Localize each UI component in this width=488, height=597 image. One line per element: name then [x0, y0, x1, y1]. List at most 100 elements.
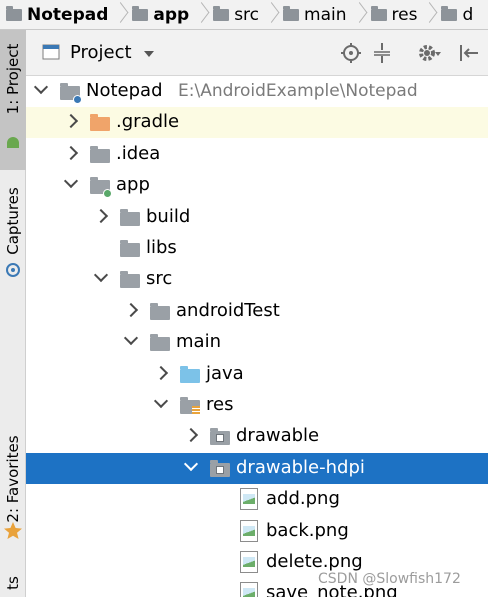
png-file-icon: [240, 582, 258, 597]
project-folder-icon: [60, 83, 82, 104]
folder-icon: [213, 5, 230, 21]
breadcrumb-separator: [195, 0, 207, 29]
tree-row-gradle[interactable]: .gradle: [26, 107, 488, 138]
tab-captures[interactable]: Captures: [0, 180, 26, 290]
drawable-folder-icon: [210, 460, 230, 477]
gear-icon[interactable]: [418, 43, 442, 63]
breadcrumb-src[interactable]: src: [207, 0, 259, 29]
tree-item-label: res: [206, 394, 234, 415]
folder-icon: [441, 5, 458, 21]
chevron-right-icon[interactable]: [63, 145, 79, 161]
tree-item-label: delete.png: [266, 551, 363, 572]
breadcrumb-app[interactable]: app: [126, 0, 189, 29]
folder-icon: [283, 5, 300, 21]
folder-icon: [150, 334, 170, 351]
module-folder-icon: [132, 5, 149, 21]
png-file-icon: [240, 551, 258, 573]
locate-icon[interactable]: [341, 43, 361, 63]
tree-row-main[interactable]: main: [26, 327, 488, 358]
tree-item-label: build: [146, 206, 191, 227]
tree-item-label: app: [116, 174, 150, 195]
source-folder-icon: [180, 366, 200, 383]
breadcrumb-separator: [265, 0, 277, 29]
tree-row-drawable[interactable]: drawable: [26, 421, 488, 452]
collapse-all-icon[interactable]: [372, 43, 392, 63]
tab-project[interactable]: 1: Project: [0, 30, 26, 170]
image-marker-icon: [216, 434, 224, 442]
resources-folder-icon: [180, 397, 200, 415]
tree-row-add-png[interactable]: add.png: [26, 484, 488, 515]
png-file-icon: [240, 488, 258, 510]
android-icon: [7, 137, 19, 148]
project-path: E:\AndroidExample\Notepad: [178, 81, 418, 101]
star-icon: [4, 522, 22, 539]
project-view-icon: [42, 44, 60, 60]
camera-icon: [6, 263, 20, 277]
watermark: CSDN @Slowfish172: [318, 571, 461, 587]
image-marker-icon: [216, 466, 224, 474]
folder-icon: [120, 271, 140, 288]
tree-item-label: drawable-hdpi: [236, 457, 365, 478]
chevron-right-icon[interactable]: [63, 113, 79, 129]
chevron-down-icon[interactable]: [63, 173, 79, 189]
tree-row-notepad[interactable]: Notepad E:\AndroidExample\Notepad: [26, 76, 488, 107]
tree-item-label: libs: [146, 237, 177, 258]
breadcrumb-res[interactable]: res: [365, 0, 417, 29]
breadcrumb-main[interactable]: main: [277, 0, 347, 29]
tree-row-java[interactable]: java: [26, 359, 488, 390]
chevron-down-icon[interactable]: [33, 79, 49, 95]
folder-icon: [90, 146, 110, 163]
breadcrumb-separator: [114, 0, 126, 29]
tree-item-label: Notepad: [86, 80, 163, 101]
tree-item-label: src: [146, 268, 173, 289]
folder-icon-orange: [90, 114, 110, 131]
resources-folder-icon: [370, 5, 387, 21]
tool-window-strip: 1: Project Captures 2: Favorites ts: [0, 30, 26, 597]
tab-favorites[interactable]: 2: Favorites: [0, 420, 26, 550]
chevron-down-icon[interactable]: [93, 267, 109, 283]
tree-item-label: add.png: [266, 488, 340, 509]
tree-item-label: .idea: [116, 143, 161, 164]
breadcrumb-separator: [423, 0, 435, 29]
tree-row-back-png[interactable]: back.png: [26, 516, 488, 547]
tree-row-drawable-hdpi[interactable]: drawable-hdpi: [26, 453, 488, 484]
tree-item-label: back.png: [266, 520, 349, 541]
chevron-down-icon[interactable]: [123, 330, 139, 346]
navigation-bar: Notepad app src main res d: [0, 0, 488, 30]
chevron-right-icon[interactable]: [93, 208, 109, 224]
tree-item-label: drawable: [236, 425, 320, 446]
project-panel-header: Project: [26, 30, 488, 76]
resources-marker-icon: [192, 406, 200, 415]
module-marker-icon: [103, 189, 112, 198]
tree-row-build[interactable]: build: [26, 202, 488, 233]
breadcrumb-separator: [353, 0, 365, 29]
module-folder-icon: [90, 177, 112, 198]
tab-partial[interactable]: ts: [0, 570, 26, 597]
tree-row-res[interactable]: res: [26, 390, 488, 421]
tree-row-app[interactable]: app: [26, 170, 488, 201]
module-marker-icon: [73, 95, 82, 104]
tree-item-label: .gradle: [116, 111, 180, 132]
chevron-right-icon[interactable]: [183, 427, 199, 443]
chevron-down-icon[interactable]: [153, 393, 169, 409]
tree-item-label: androidTest: [176, 300, 280, 321]
folder-icon: [150, 303, 170, 320]
chevron-down-icon[interactable]: [183, 456, 199, 472]
drawable-folder-icon: [210, 428, 230, 445]
breadcrumb-drawable[interactable]: d: [435, 0, 473, 29]
tree-row-idea[interactable]: .idea: [26, 139, 488, 170]
chevron-right-icon[interactable]: [123, 302, 139, 318]
project-tree: Notepad E:\AndroidExample\Notepad .gradle.…: [26, 76, 488, 597]
folder-icon: [120, 209, 140, 226]
tree-row-androidtest[interactable]: androidTest: [26, 296, 488, 327]
chevron-right-icon[interactable]: [153, 365, 169, 381]
breadcrumb-notepad[interactable]: Notepad: [0, 0, 108, 29]
tree-row-src[interactable]: src: [26, 264, 488, 295]
hide-panel-icon[interactable]: [458, 43, 480, 63]
tree-row-libs[interactable]: libs: [26, 233, 488, 264]
folder-icon: [6, 5, 22, 21]
folder-icon: [120, 240, 140, 257]
png-file-icon: [240, 520, 258, 542]
panel-title: Project: [70, 42, 132, 63]
view-dropdown-arrow[interactable]: [144, 51, 154, 57]
